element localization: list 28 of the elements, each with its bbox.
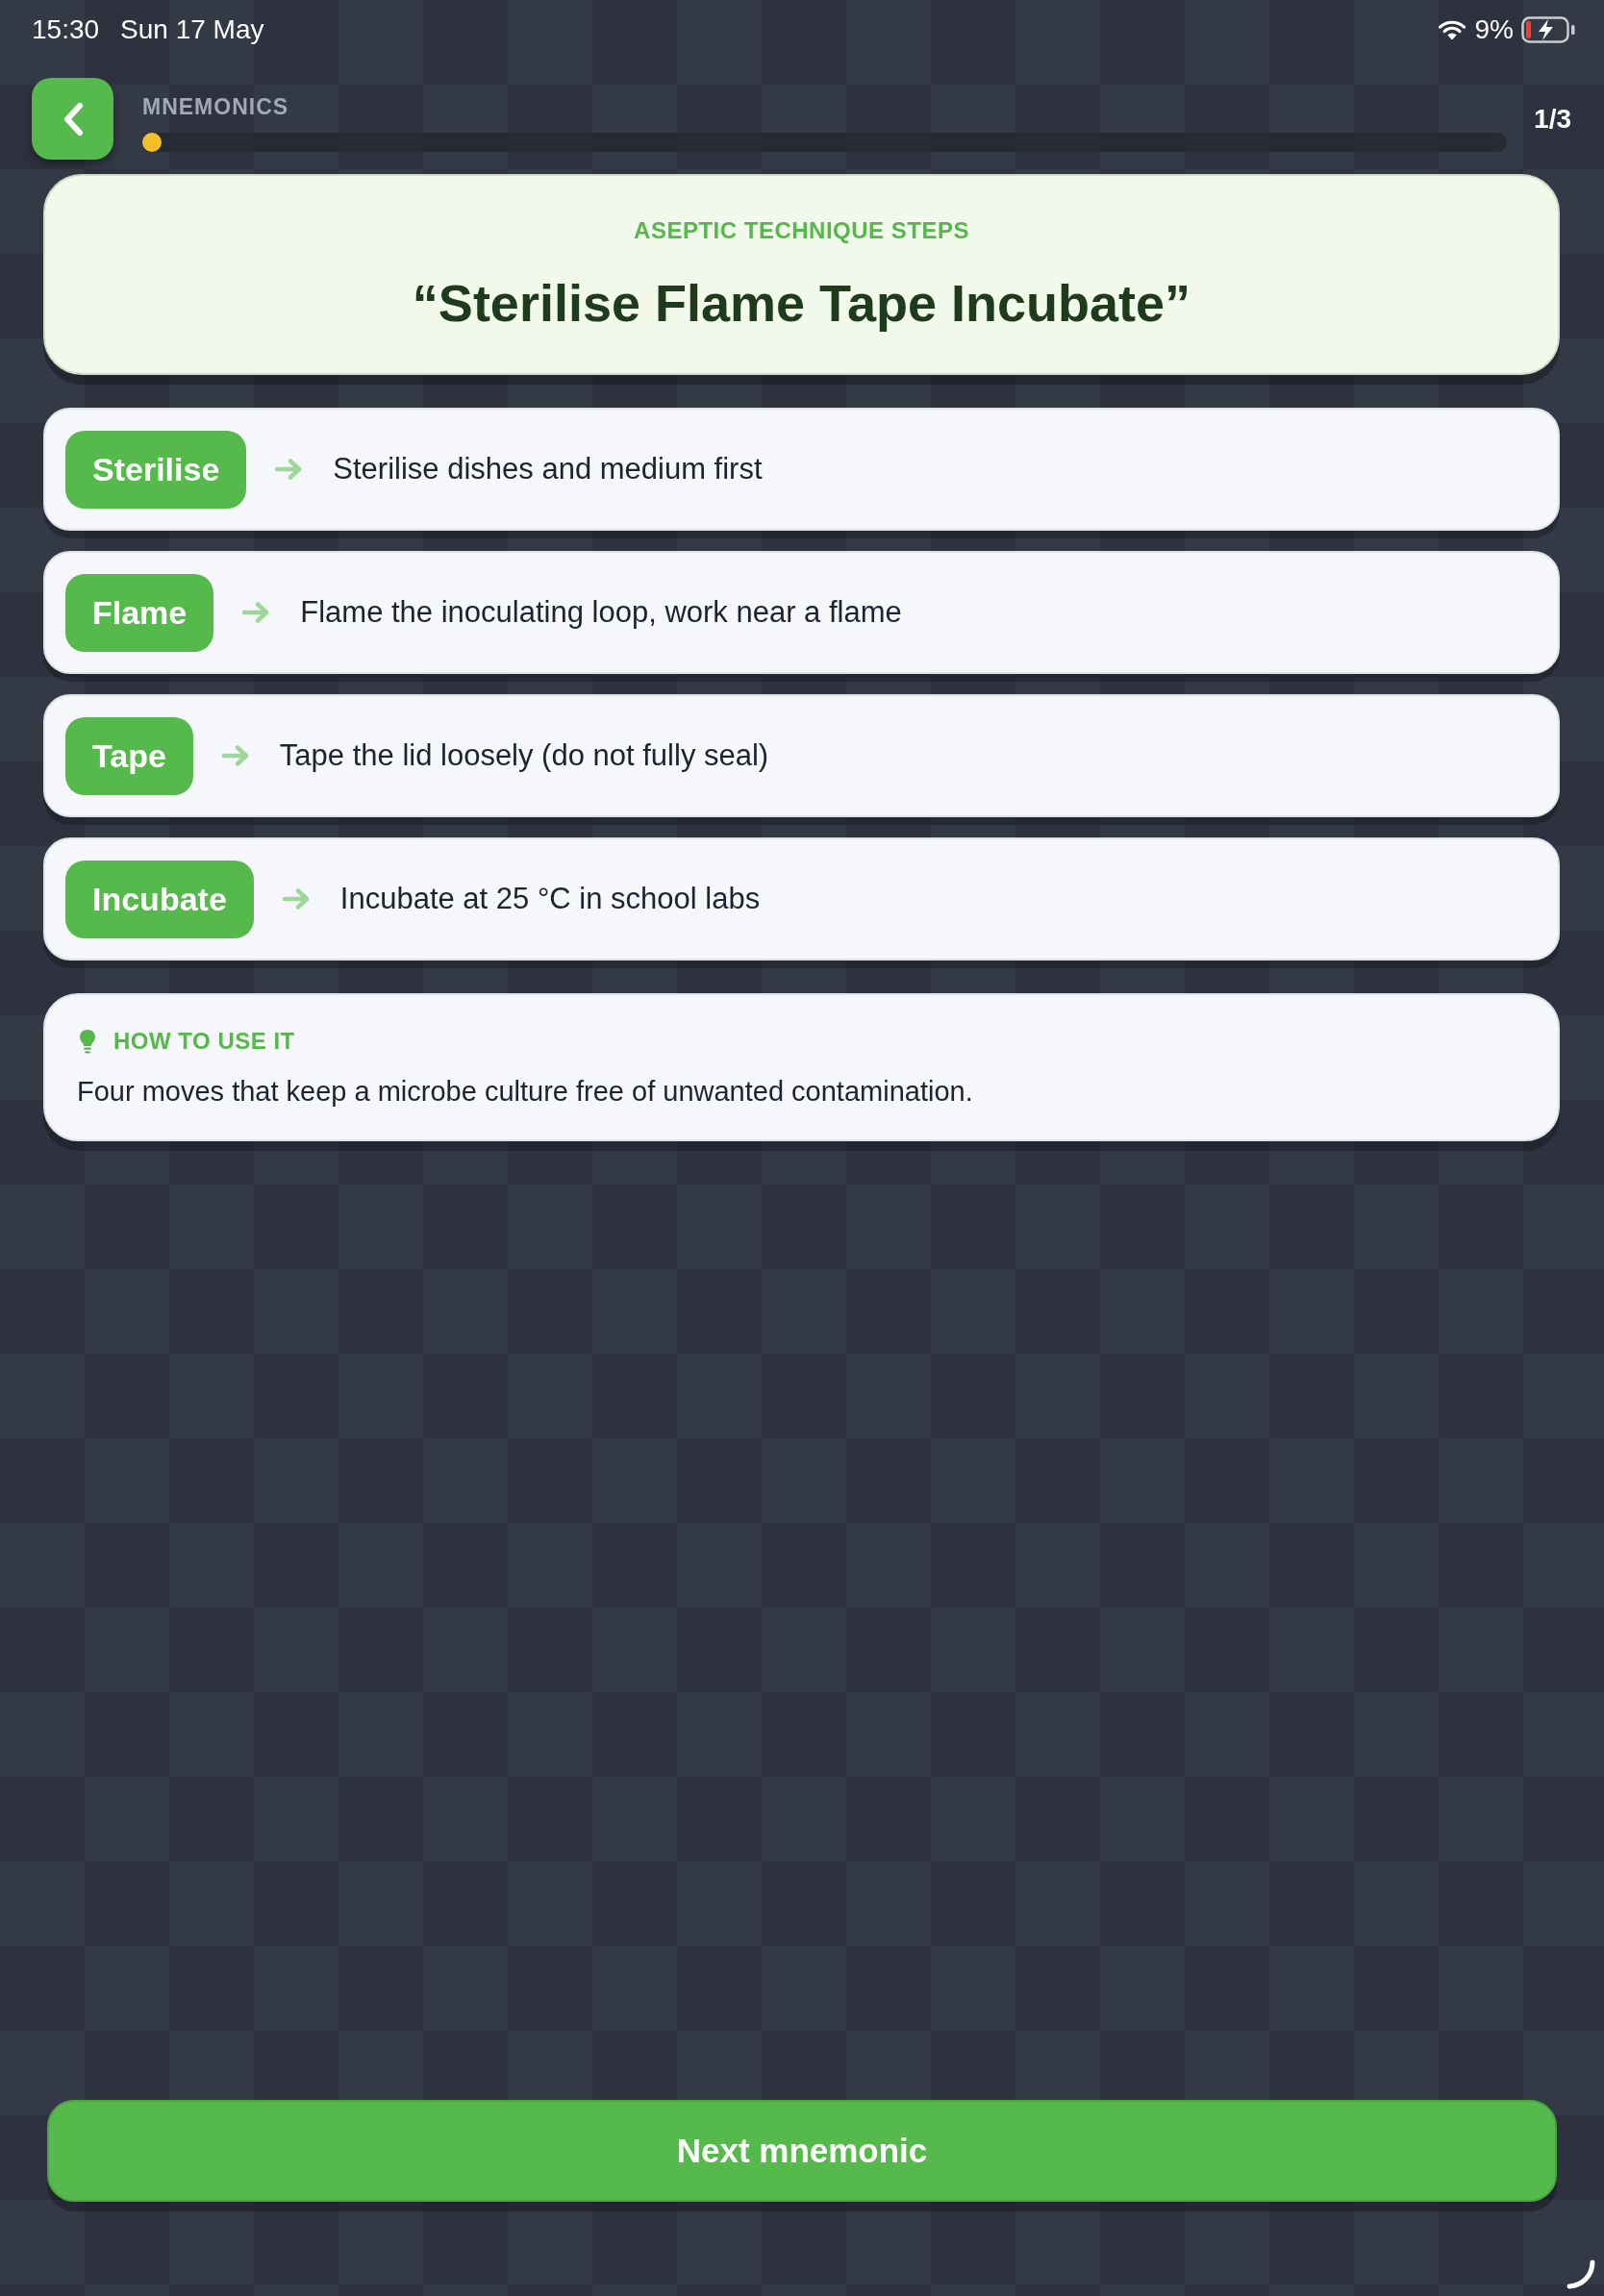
chevron-left-icon [62, 101, 84, 137]
keyword-tag: Tape [65, 716, 193, 795]
keyword-tag: Incubate [65, 860, 254, 938]
tip-text: Four moves that keep a microbe culture free of unwanted contamination. [77, 1075, 973, 1108]
arrow-icon [220, 744, 250, 767]
progress-counter: 1/3 [1534, 103, 1571, 135]
corner-arc-icon [1566, 2259, 1596, 2290]
keyword-tag: Sterilise [65, 430, 247, 509]
back-button[interactable] [32, 78, 113, 160]
step-description: Flame the inoculating loop, work near a flame [300, 595, 902, 630]
status-time: 15:30 [32, 14, 100, 45]
next-button[interactable]: Next mnemonic [47, 2100, 1557, 2202]
step-description: Tape the lid loosely (do not fully seal) [279, 738, 769, 773]
arrow-icon [241, 601, 271, 624]
step-description: Sterilise dishes and medium first [333, 452, 763, 487]
status-date: Sun 17 May [120, 14, 264, 45]
tip-heading: HOW TO USE IT [113, 1028, 295, 1055]
mnemonic-phrase: “Sterilise Flame Tape Incubate” [412, 273, 1191, 333]
lightbulb-icon [79, 1029, 96, 1054]
section-label: MNEMONICS [142, 94, 289, 119]
step-description: Incubate at 25 °C in school labs [339, 882, 761, 916]
charging-battery-icon [1521, 16, 1575, 43]
wifi-icon [1438, 20, 1466, 39]
keyword-tag: Flame [65, 573, 214, 652]
battery-percent: 9% [1474, 14, 1514, 45]
arrow-icon [281, 887, 311, 911]
arrow-icon [274, 458, 304, 481]
category-label: ASEPTIC TECHNIQUE STEPS [634, 217, 969, 244]
